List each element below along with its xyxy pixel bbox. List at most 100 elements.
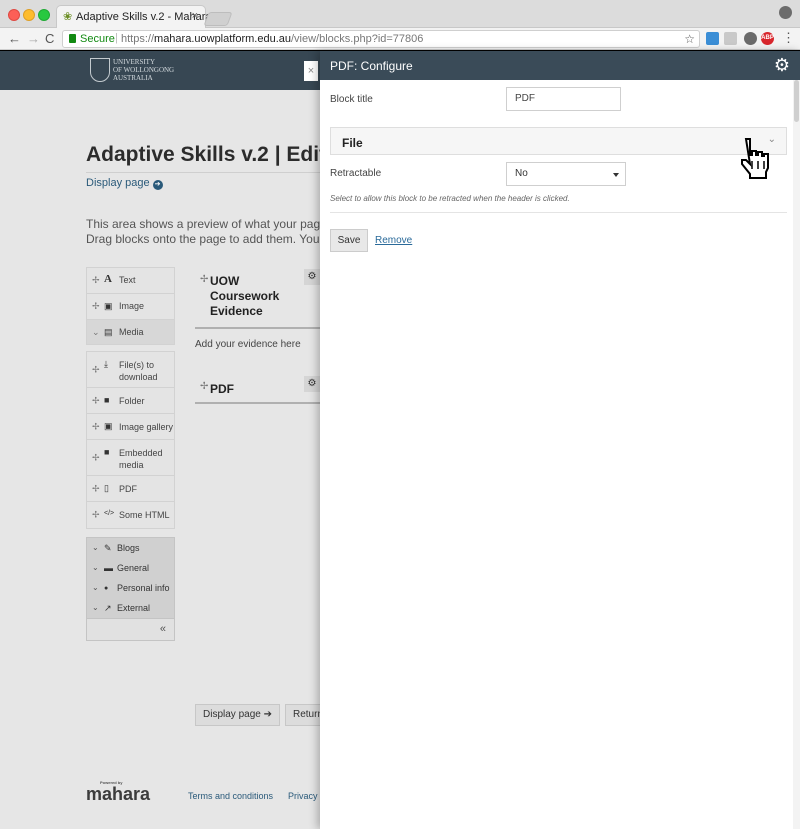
bookmark-star-icon[interactable]: ☆ [684,32,695,46]
close-panel-icon[interactable]: × [304,61,318,81]
block-category-list: ⌄ ✎ Blogs ⌄ ▬ General ⌄ ● Personal info … [86,537,175,641]
browser-menu-icon[interactable]: ⋮ [782,30,795,46]
briefcase-icon: ▬ [104,563,113,573]
new-tab-button[interactable] [203,12,233,26]
retractable-select[interactable]: No [506,162,626,186]
block-type-embedded-media[interactable]: ✢ ■ Embedded media [87,440,174,476]
block-type-label: File(s) to download [119,360,158,382]
url-path: /view/blocks.php?id=77806 [291,33,424,45]
drag-handle-icon[interactable]: ✢ [200,381,208,392]
drag-handle-icon[interactable]: ✢ [200,274,208,285]
text-icon: A [104,273,112,285]
block-category-general[interactable]: ⌄ ▬ General [87,558,174,578]
intro-text: This area shows a preview of what your p… [86,217,320,247]
mahara-favicon-icon: ❀ [63,11,73,23]
url-input[interactable]: Secure | https://mahara.uowplatform.edu.… [62,30,700,48]
extension-icon[interactable] [744,32,757,45]
block-title: PDF [210,382,234,396]
block-title-label: Block title [330,94,373,105]
block-category-media[interactable]: ⌄ ▤ Media [86,319,175,345]
display-page-link[interactable]: Display page ➔ [86,177,163,190]
forward-icon[interactable]: → [27,31,40,46]
file-section-toggle[interactable]: File ⌄ [330,127,787,155]
chevron-down-icon: ⌄ [92,603,99,612]
panel-scrollbar[interactable] [793,80,800,829]
block-category-external[interactable]: ⌄ ↗ External [87,598,174,618]
mahara-logo-text: mahara [86,784,151,804]
scrollbar-thumb[interactable] [794,80,799,122]
drag-handle-icon[interactable]: ✢ [92,301,100,312]
pencil-icon: ✎ [104,543,112,553]
block-type-image[interactable]: ✢ ▣ Image [86,293,175,319]
user-icon: ● [104,585,109,592]
drag-handle-icon[interactable]: ✢ [92,364,100,375]
return-button[interactable]: Return [285,704,320,726]
block-category-label: General [117,563,150,573]
retractable-selected-value: No [515,168,528,179]
browser-tab[interactable]: ❀ Adaptive Skills v.2 - Mahara × [56,5,212,28]
block-category-label: External [117,603,151,613]
video-camera-icon: ■ [104,447,110,457]
display-page-button[interactable]: Display page ➔ [195,704,280,726]
block-palette: ✢ A Text ✢ ▣ Image ⌄ ▤ Media ✢ ⤓ File(s)… [86,267,175,641]
url-separator: | [115,32,118,44]
drag-handle-icon[interactable]: ✢ [92,421,100,432]
minimize-window-button[interactable] [23,9,35,21]
back-icon[interactable]: ← [8,31,21,46]
external-link-icon: ↗ [104,603,112,613]
block-type-label: Image gallery [119,422,174,432]
page-block-coursework[interactable]: ✢ UOW Coursework Evidence ⚙ [195,269,320,329]
block-type-label: Folder [119,396,145,406]
drag-handle-icon[interactable]: ✢ [92,395,100,406]
panel-divider [330,212,787,213]
block-title-input[interactable]: PDF [506,87,621,111]
drag-handle-icon[interactable]: ✢ [92,452,100,463]
file-section-label: File [342,136,363,150]
block-type-label: Embedded media [119,448,163,470]
block-type-some-html[interactable]: ✢ </> Some HTML [87,502,174,528]
terms-link[interactable]: Terms and conditions [188,791,273,801]
url-scheme: https:// [121,33,155,45]
drag-handle-icon[interactable]: ✢ [92,510,100,521]
caret-down-icon [613,173,619,177]
remove-link[interactable]: Remove [375,235,412,246]
media-block-list: ✢ ⤓ File(s) to download ✢ ■ Folder ✢ ▣ I… [86,351,175,529]
code-icon: </> [104,510,115,517]
retractable-hint: Select to allow this block to be retract… [330,194,570,203]
reload-icon[interactable]: C [45,31,54,46]
block-type-image-gallery[interactable]: ✢ ▣ Image gallery [87,414,174,440]
tab-close-icon[interactable]: × [192,10,198,22]
address-bar: ← → C Secure | https://mahara.uowplatfor… [0,28,800,50]
block-type-pdf[interactable]: ✢ ▯ PDF [87,476,174,502]
block-type-label: Media [119,327,144,337]
save-button[interactable]: Save [330,229,368,252]
chevron-down-icon: ⌄ [92,563,99,572]
configure-panel: PDF: Configure ⚙ Block title PDF File ⌄ … [320,51,800,829]
adblock-icon[interactable]: ABP [761,32,774,45]
extension-icon[interactable] [706,32,719,45]
cast-icon[interactable] [724,32,737,45]
profile-icon[interactable] [779,6,792,19]
panel-header: PDF: Configure ⚙ [320,51,800,80]
drag-handle-icon[interactable]: ✢ [92,275,100,286]
drag-handle-icon[interactable]: ✢ [92,483,100,494]
browser-tabbar: ❀ Adaptive Skills v.2 - Mahara × [0,0,800,28]
block-category-blogs[interactable]: ⌄ ✎ Blogs [87,538,174,558]
maximize-window-button[interactable] [38,9,50,21]
collapse-palette-button[interactable]: « [87,618,174,640]
gear-icon[interactable]: ⚙ [304,376,320,392]
close-window-button[interactable] [8,9,20,21]
retractable-label: Retractable [330,168,382,179]
block-type-file-download[interactable]: ✢ ⤓ File(s) to download [87,352,174,388]
block-category-personal-info[interactable]: ⌄ ● Personal info [87,578,174,598]
gallery-icon: ▣ [104,421,113,431]
page-block-pdf[interactable]: ✢ PDF ⚙ [195,376,320,404]
gear-icon[interactable]: ⚙ [304,269,320,285]
chevron-down-icon: ⌄ [92,543,99,552]
block-type-folder[interactable]: ✢ ■ Folder [87,388,174,414]
block-type-text[interactable]: ✢ A Text [86,267,175,293]
block-type-label: PDF [119,484,137,494]
secure-label: Secure [80,33,115,45]
panel-title: PDF: Configure [330,59,413,73]
url-host: mahara.uowplatform.edu.au [154,33,291,45]
